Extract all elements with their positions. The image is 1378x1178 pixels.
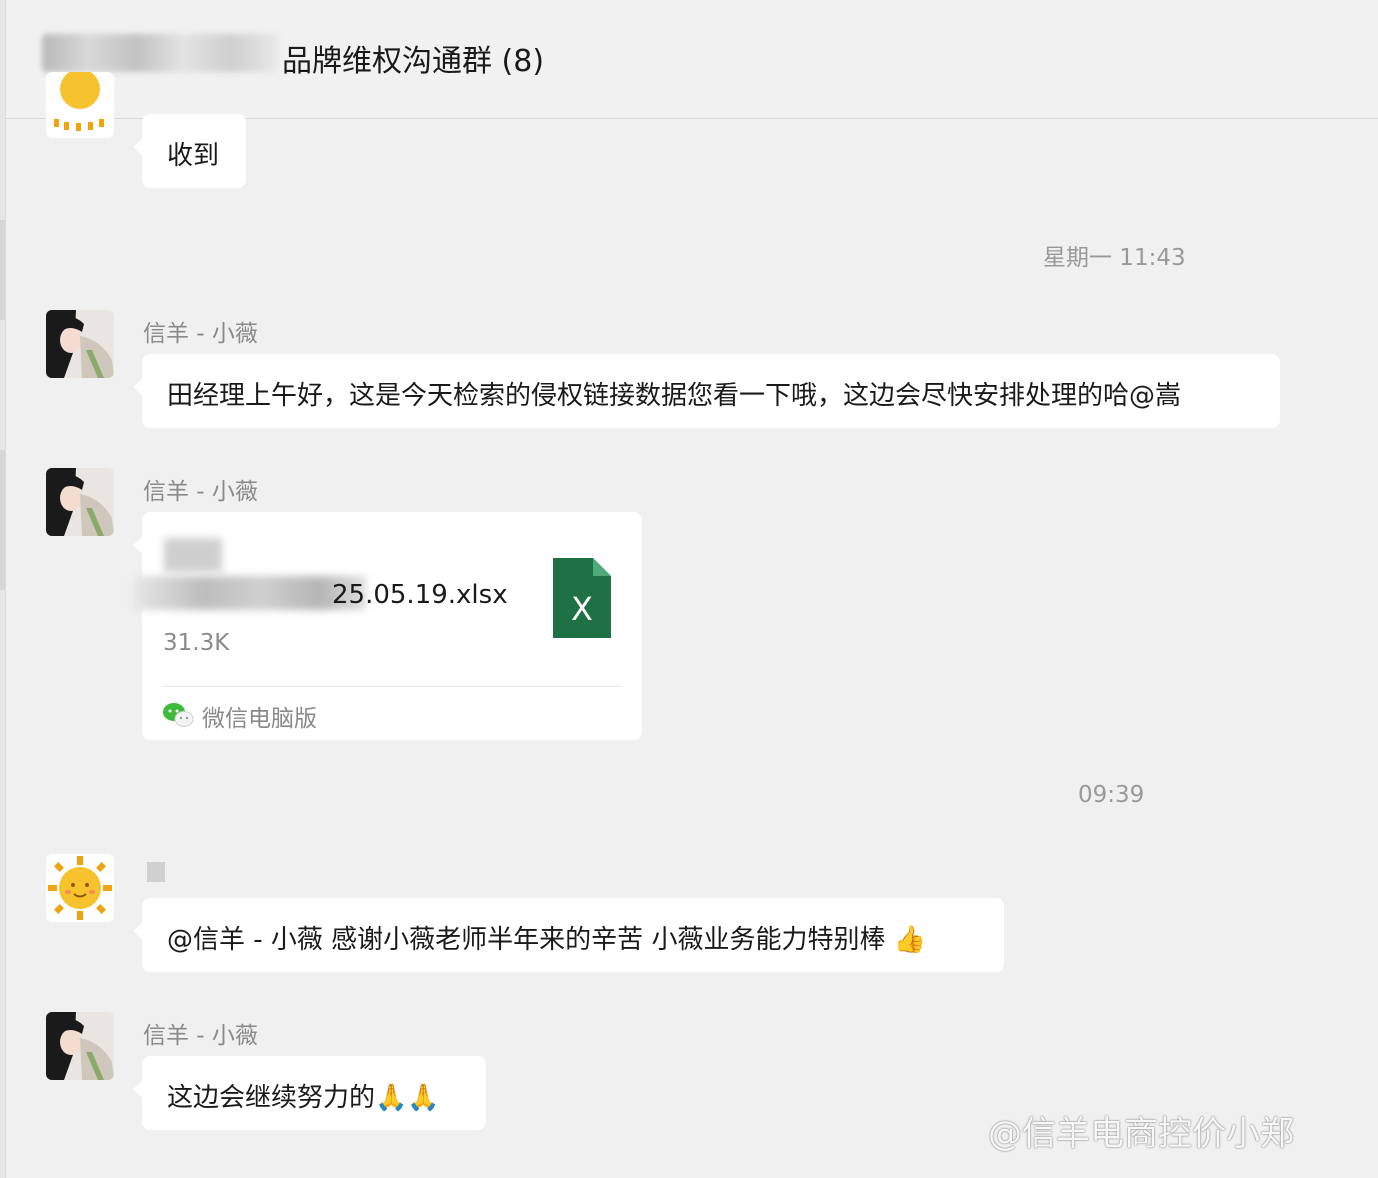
title-redacted-blur — [42, 34, 278, 72]
avatar-sun[interactable] — [46, 854, 114, 922]
sender-name: 信羊 - 小薇 — [143, 479, 258, 505]
chat-header: 品牌维权沟通群 (8) — [6, 0, 1378, 119]
file-size: 31.3K — [163, 630, 230, 656]
avatar-sun[interactable] — [46, 72, 114, 138]
message-bubble[interactable]: 收到 — [133, 114, 246, 188]
file-name: 25.05.19.xlsx — [332, 580, 508, 610]
left-edge-segment — [0, 450, 5, 590]
message-text: 收到 — [167, 141, 220, 171]
wechat-icon — [162, 702, 194, 732]
message-text: 田经理上午好，这是今天检索的侵权链接数据您看一下哦，这边会尽快安排处理的哈@嵩 — [167, 381, 1182, 411]
message-bubble[interactable]: 田经理上午好，这是今天检索的侵权链接数据您看一下哦，这边会尽快安排处理的哈@嵩 — [133, 354, 1280, 428]
avatar-xiaowei[interactable] — [46, 468, 114, 536]
file-message-card[interactable]: 25.05.19.xlsx 31.3K X 微信电脑版 — [133, 512, 642, 740]
sender-name: 信羊 - 小薇 — [143, 321, 258, 347]
timestamp: 星期一 11:43 — [1043, 245, 1186, 271]
timestamp: 09:39 — [1078, 782, 1145, 808]
chat-title[interactable]: 品牌维权沟通群 (8) — [282, 36, 544, 80]
avatar-xiaowei[interactable] — [46, 310, 114, 378]
message-bubble[interactable]: @信羊 - 小薇 感谢小薇老师半年来的辛苦 小薇业务能力特别棒 👍 — [133, 898, 1004, 972]
filename-redacted-blur — [164, 538, 222, 572]
excel-icon-letter: X — [571, 590, 593, 628]
message-bubble[interactable]: 这边会继续努力的🙏🙏 — [133, 1056, 486, 1130]
message-text: @信羊 - 小薇 感谢小薇老师半年来的辛苦 小薇业务能力特别棒 👍 — [167, 925, 927, 955]
left-edge-segment — [0, 220, 5, 320]
file-source-label: 微信电脑版 — [202, 706, 317, 732]
window-left-edge — [0, 0, 6, 1178]
avatar-xiaowei[interactable] — [46, 1012, 114, 1080]
watermark: @信羊电商控价小郑 — [988, 1114, 1294, 1154]
sender-name: 信羊 - 小薇 — [143, 1023, 258, 1049]
message-text: 这边会继续努力的🙏🙏 — [167, 1083, 440, 1113]
sender-name-redacted — [147, 862, 165, 882]
file-card-divider — [162, 686, 622, 687]
excel-file-icon: X — [553, 558, 611, 642]
